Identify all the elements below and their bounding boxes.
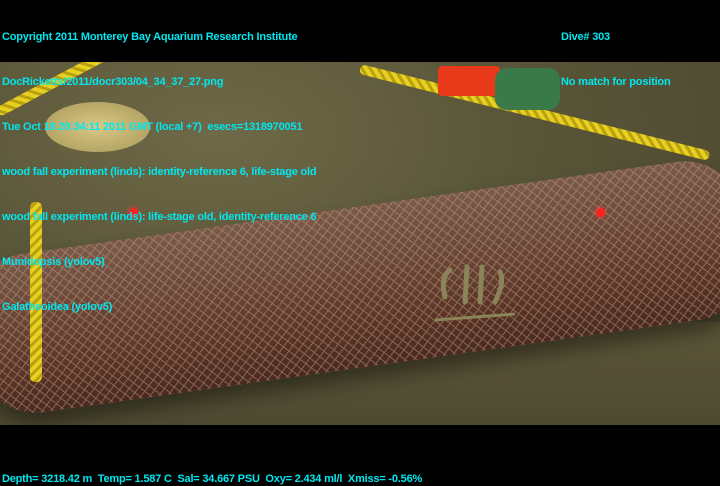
- dive-number: Dive# 303: [561, 31, 610, 43]
- copyright-text: Copyright 2011 Monterey Bay Aquarium Res…: [2, 31, 298, 43]
- timestamp: Tue Oct 18 20:34:11 2011 GMT (local +7) …: [2, 121, 303, 133]
- image-path: DocRicketts/2011/docr303/04_34_37_27.png: [2, 76, 224, 88]
- position-status: No match for position: [561, 76, 671, 88]
- laser-dot-right: [596, 208, 605, 217]
- green-float: [495, 68, 560, 110]
- annotation-1: wood fall experiment (linds): identity-r…: [2, 166, 317, 178]
- orange-float: [438, 66, 500, 96]
- overlay-top-left: Copyright 2011 Monterey Bay Aquarium Res…: [2, 0, 317, 345]
- sensor-readout: Depth= 3218.42 m Temp= 1.587 C Sal= 34.6…: [2, 473, 423, 485]
- squat-lobster: [435, 264, 515, 322]
- annotation-4: Galatheoidea (yolov5): [2, 301, 113, 313]
- rov-frame: Copyright 2011 Monterey Bay Aquarium Res…: [0, 0, 720, 486]
- annotation-2: wood fall experiment (linds): life-stage…: [2, 211, 317, 223]
- overlay-top-right: Dive# 303 No match for position: [561, 0, 671, 120]
- annotation-3: Munidopsis (yolov5): [2, 256, 105, 268]
